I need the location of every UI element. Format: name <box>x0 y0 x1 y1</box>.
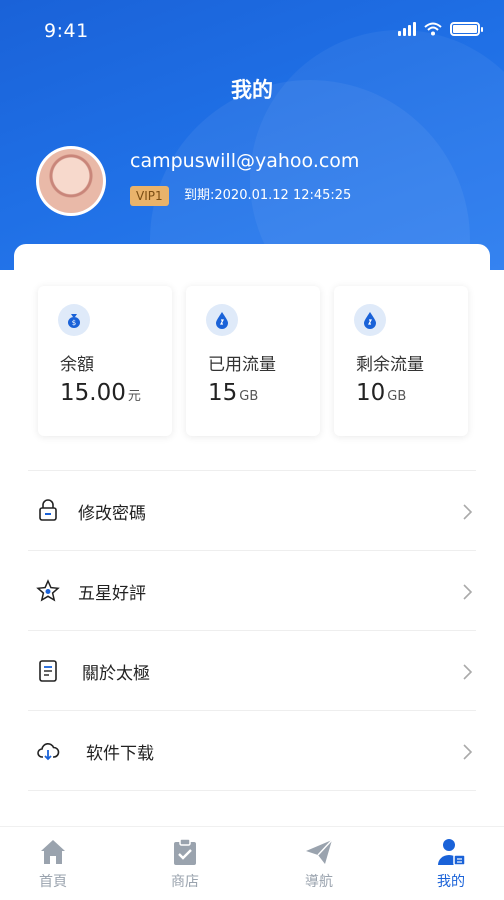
stat-card-remaining-traffic[interactable]: 剩余流量 10 GB <box>334 286 468 436</box>
stat-value: 10 GB <box>356 380 407 406</box>
tab-label: 我的 <box>437 874 465 890</box>
menu-item-label: 修改密碼 <box>78 504 146 524</box>
chevron-right-icon <box>463 744 473 760</box>
chevron-right-icon <box>463 664 473 680</box>
battery-icon <box>450 22 483 36</box>
home-icon <box>41 840 65 864</box>
user-email: campuswill@yahoo.com <box>130 150 360 172</box>
menu-item-label: 關於太極 <box>82 664 150 684</box>
bottom-tab-bar: 首頁 商店 導航 我的 <box>0 826 504 900</box>
drop-icon <box>206 304 238 336</box>
tab-profile[interactable]: 我的 <box>388 827 504 900</box>
stat-value: 15.00 元 <box>60 380 141 406</box>
menu-item-software-download[interactable]: 软件下载 <box>28 710 476 790</box>
lock-icon <box>39 499 57 521</box>
page-title: 我的 <box>231 78 273 102</box>
status-icons <box>398 22 483 36</box>
document-icon <box>39 660 57 682</box>
stat-card-used-traffic[interactable]: 已用流量 15 GB <box>186 286 320 436</box>
tab-navigation[interactable]: 導航 <box>256 827 382 900</box>
stat-label: 余額 <box>60 355 94 375</box>
drop-icon <box>354 304 386 336</box>
clipboard-icon <box>174 838 196 865</box>
expire-date: 到期:2020.01.12 12:45:25 <box>184 188 352 203</box>
vip-badge: VIP1 <box>130 186 169 206</box>
tab-label: 商店 <box>171 874 199 890</box>
menu-item-label: 五星好評 <box>78 584 146 604</box>
tab-home[interactable]: 首頁 <box>0 827 116 900</box>
paper-plane-icon <box>306 839 333 864</box>
money-bag-icon: $ <box>58 304 90 336</box>
signal-icon <box>398 22 416 36</box>
star-icon <box>36 579 60 602</box>
cloud-download-icon <box>37 743 60 761</box>
chevron-right-icon <box>463 504 473 520</box>
stat-card-balance[interactable]: $ 余額 15.00 元 <box>38 286 172 436</box>
status-bar: 9:41 <box>0 0 504 60</box>
stat-label: 已用流量 <box>208 355 276 375</box>
stat-label: 剩余流量 <box>356 355 424 375</box>
menu-item-partial[interactable] <box>28 790 476 830</box>
tab-label: 首頁 <box>39 874 67 890</box>
user-icon <box>438 839 466 866</box>
menu-item-change-password[interactable]: 修改密碼 <box>28 470 476 550</box>
content-card: $ 余額 15.00 元 已用流量 15 GB 剩余流量 10 GB 修改密碼 五星好… <box>14 244 490 900</box>
avatar[interactable] <box>36 146 106 216</box>
stat-value: 15 GB <box>208 380 259 406</box>
tab-store[interactable]: 商店 <box>122 827 248 900</box>
svg-text:$: $ <box>72 319 76 327</box>
tab-label: 導航 <box>305 874 333 890</box>
menu-item-five-star-review[interactable]: 五星好評 <box>28 550 476 630</box>
wifi-icon <box>424 22 442 36</box>
menu-item-label: 软件下载 <box>86 744 154 764</box>
chevron-right-icon <box>463 584 473 600</box>
status-time: 9:41 <box>44 20 89 42</box>
menu-item-about[interactable]: 關於太極 <box>28 630 476 710</box>
